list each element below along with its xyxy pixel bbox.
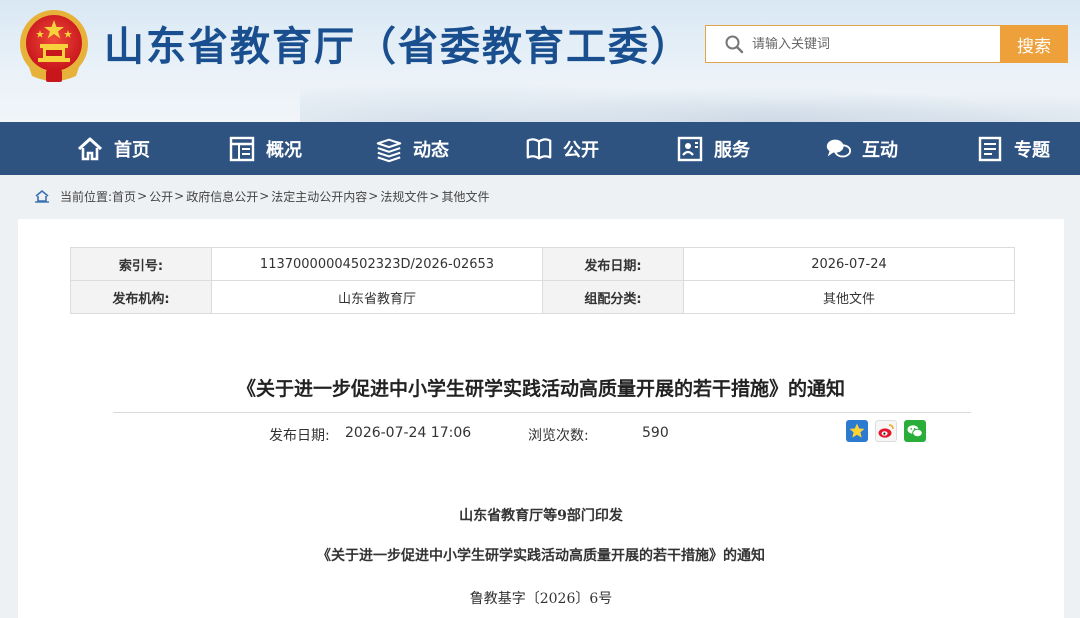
nav-item-topics[interactable]: 专题 xyxy=(976,122,1050,175)
site-header: 山东省教育厅（省委教育工委） 搜索 xyxy=(0,0,1080,122)
index-number-label: 索引号: xyxy=(70,247,212,281)
nav-item-interaction[interactable]: 互动 xyxy=(824,122,898,175)
service-icon xyxy=(677,136,703,161)
nav-label: 服务 xyxy=(714,139,750,161)
home-icon xyxy=(35,189,49,203)
overview-icon xyxy=(229,136,255,161)
nav-label: 动态 xyxy=(413,139,449,161)
views-label: 浏览次数: xyxy=(528,428,589,444)
national-emblem-icon[interactable] xyxy=(16,6,92,86)
star-icon xyxy=(849,423,865,438)
article-title: 《关于进一步促进中小学生研学实践活动高质量开展的若干措施》的通知 xyxy=(236,378,845,400)
nav-item-home[interactable]: 首页 xyxy=(76,122,150,175)
title-divider xyxy=(113,412,971,413)
breadcrumb-link-home[interactable]: 首页 xyxy=(112,188,136,205)
breadcrumb-link-gov-info[interactable]: 政府信息公开 xyxy=(186,188,258,205)
category-label: 组配分类: xyxy=(542,280,684,314)
table-row: 发布机构: 山东省教育厅 组配分类: 其他文件 xyxy=(70,280,1015,314)
breadcrumb-link-other-files[interactable]: 其他文件 xyxy=(441,188,489,205)
breadcrumb-link-regulations[interactable]: 法规文件 xyxy=(380,188,428,205)
content-panel: 索引号: 11370000004502323D/2026-02653 发布日期:… xyxy=(18,219,1064,618)
weibo-icon xyxy=(878,424,894,438)
breadcrumb-separator: > xyxy=(259,189,270,203)
body-issuer-line: 山东省教育厅等9部门印发 xyxy=(459,508,623,524)
nav-item-overview[interactable]: 概况 xyxy=(228,122,302,175)
body-document-number: 鲁教基字〔2026〕6号 xyxy=(469,591,613,607)
search-box xyxy=(705,25,1001,63)
nav-label: 概况 xyxy=(266,139,302,161)
breadcrumb-prefix: 当前位置: xyxy=(60,189,113,204)
breadcrumb-separator: > xyxy=(368,189,379,203)
breadcrumb-link-statutory[interactable]: 法定主动公开内容 xyxy=(271,188,367,205)
publish-date-value: 2026-07-24 xyxy=(683,247,1015,281)
document-icon xyxy=(978,136,1002,161)
category-value: 其他文件 xyxy=(683,280,1015,314)
home-icon xyxy=(77,137,103,160)
books-icon xyxy=(376,138,402,162)
breadcrumb-separator: > xyxy=(137,189,148,203)
views-value: 590 xyxy=(642,425,669,441)
share-weibo-button[interactable] xyxy=(875,420,897,442)
publisher-label: 发布机构: xyxy=(70,280,212,314)
nav-label: 专题 xyxy=(1014,139,1050,161)
publisher-value: 山东省教育厅 xyxy=(211,280,543,314)
breadcrumb-separator: > xyxy=(429,189,440,203)
breadcrumb-separator: > xyxy=(174,189,185,203)
metadata-table: 索引号: 11370000004502323D/2026-02653 发布日期:… xyxy=(70,247,1015,314)
nav-item-public[interactable]: 公开 xyxy=(525,122,599,175)
body-notice-title: 《关于进一步促进中小学生研学实践活动高质量开展的若干措施》的通知 xyxy=(317,548,765,564)
breadcrumb-link-public[interactable]: 公开 xyxy=(149,188,173,205)
nav-label: 互动 xyxy=(862,139,898,161)
publish-date-label: 发布日期: xyxy=(542,247,684,281)
nav-label: 首页 xyxy=(114,139,150,161)
open-book-icon xyxy=(526,137,552,159)
search-button[interactable]: 搜索 xyxy=(1000,25,1068,63)
search-input[interactable] xyxy=(752,36,992,52)
nav-item-service[interactable]: 服务 xyxy=(676,122,750,175)
share-favorite-button[interactable] xyxy=(846,420,868,442)
search-icon xyxy=(725,35,744,54)
wechat-icon xyxy=(907,425,923,438)
index-number-value: 11370000004502323D/2026-02653 xyxy=(211,247,543,281)
pub-date-value: 2026-07-24 17:06 xyxy=(345,425,472,441)
table-row: 索引号: 11370000004502323D/2026-02653 发布日期:… xyxy=(70,247,1015,281)
nav-label: 公开 xyxy=(563,139,599,161)
main-nav: 首页 概况 动态 公开 服务 互动 专题 xyxy=(0,122,1080,175)
share-wechat-button[interactable] xyxy=(904,420,926,442)
nav-item-news[interactable]: 动态 xyxy=(375,122,449,175)
pub-date-label: 发布日期: xyxy=(269,428,330,444)
site-title[interactable]: 山东省教育厅（省委教育工委） xyxy=(104,14,692,72)
chat-icon xyxy=(826,139,852,157)
breadcrumb: 当前位置: 首页 > 公开 > 政府信息公开 > 法定主动公开内容 > 法规文件… xyxy=(34,186,489,206)
